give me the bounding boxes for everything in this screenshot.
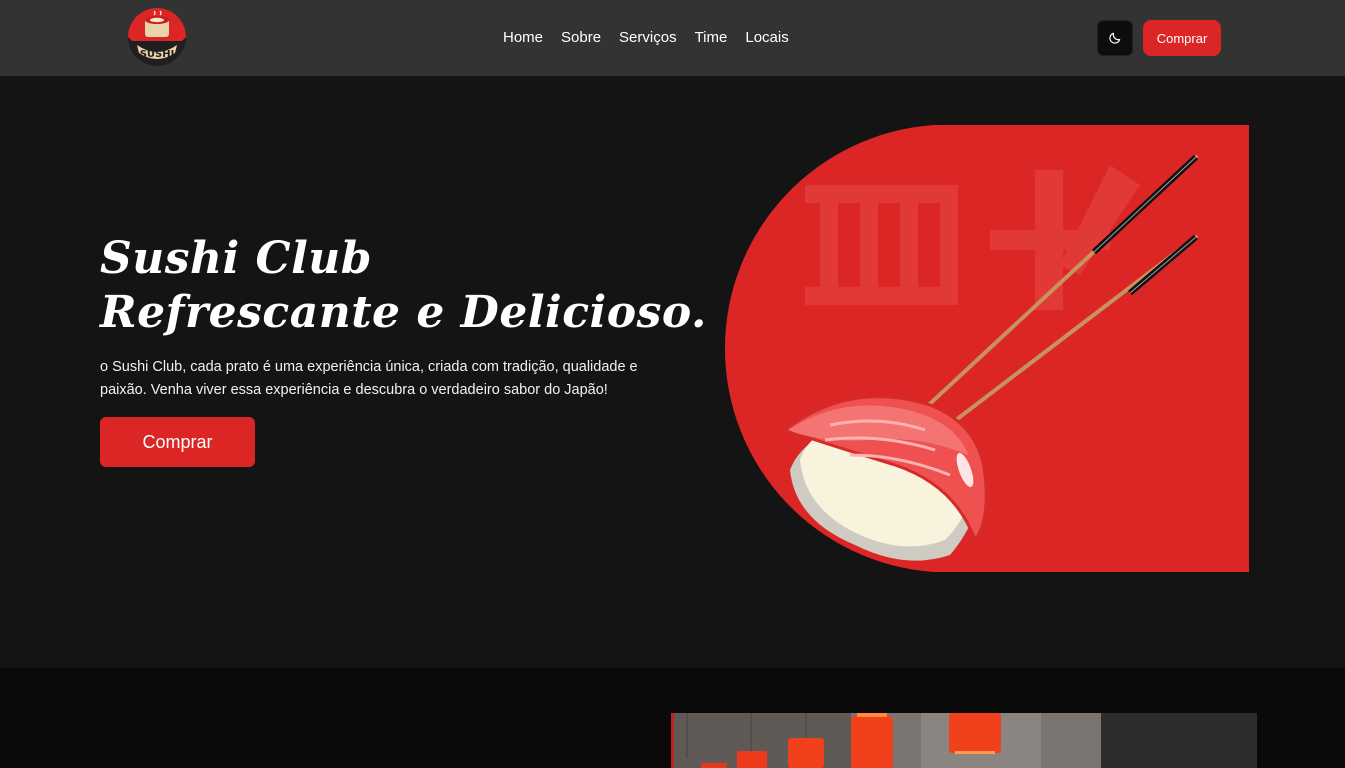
nav-link-sobre[interactable]: Sobre xyxy=(561,29,601,47)
about-section xyxy=(0,668,1345,768)
navbar: SUSHI Home Sobre Serviços Time Locais Co… xyxy=(0,0,1345,76)
logo-text: SUSHI xyxy=(140,49,175,60)
moon-icon xyxy=(1109,32,1121,44)
nav-buy-button[interactable]: Comprar xyxy=(1143,20,1221,56)
main-nav: Home Sobre Serviços Time Locais xyxy=(503,29,807,47)
restaurant-photo xyxy=(671,713,1257,768)
nav-link-servicos[interactable]: Serviços xyxy=(619,29,677,47)
nav-link-time[interactable]: Time xyxy=(695,29,728,47)
hero-title: Sushi Club Refrescante e Delicioso. xyxy=(100,232,707,340)
sushi-logo[interactable]: SUSHI xyxy=(127,7,187,67)
nav-link-locais[interactable]: Locais xyxy=(745,29,788,47)
hero-buy-button[interactable]: Comprar xyxy=(100,417,255,467)
hero-title-line1: Sushi Club xyxy=(100,233,373,284)
hero-description: o Sushi Club, cada prato é uma experiênc… xyxy=(100,359,638,398)
theme-toggle-button[interactable] xyxy=(1097,20,1133,56)
sushi-illustration xyxy=(710,125,1249,572)
hero-title-line2: Refrescante e Delicioso. xyxy=(100,287,707,338)
nav-link-home[interactable]: Home xyxy=(503,29,543,47)
hero-section: Sushi Club Refrescante e Delicioso. o Su… xyxy=(0,76,1345,668)
